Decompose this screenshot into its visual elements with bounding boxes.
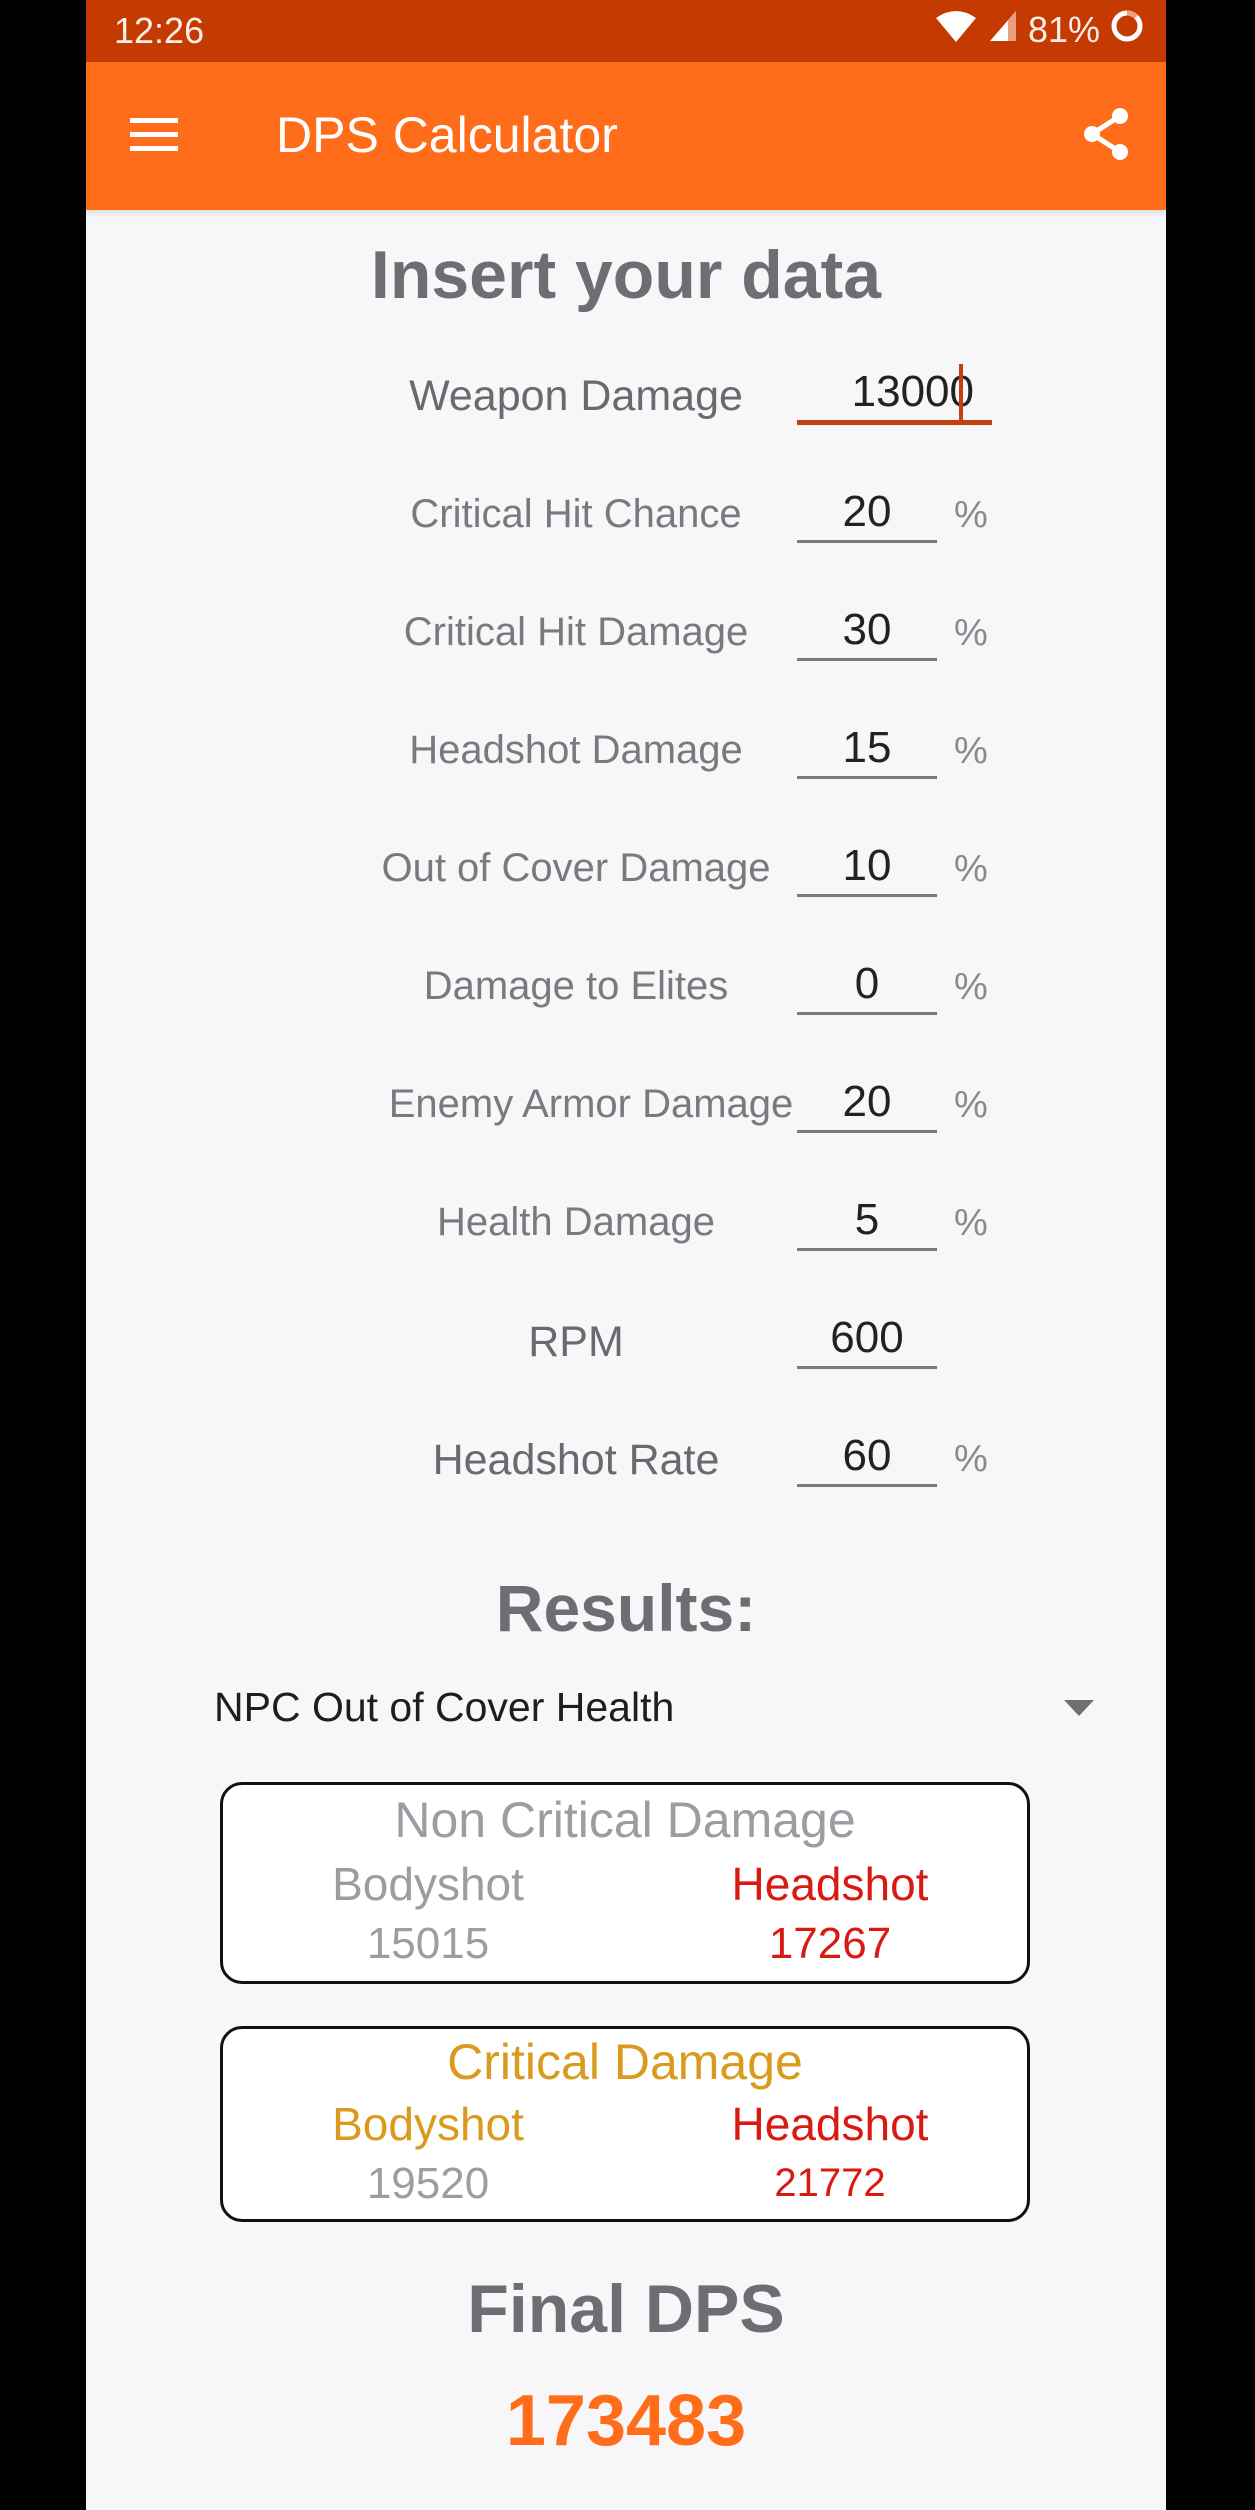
enemy-armor-damage-input[interactable] <box>797 1074 937 1133</box>
card-title: Critical Damage <box>447 2034 803 2090</box>
field-headshot-rate: Headshot Rate % <box>86 1418 1166 1508</box>
status-bar: 12:26 81% <box>86 0 1166 62</box>
percent-unit: % <box>954 1084 988 1126</box>
battery-ring-icon <box>1110 9 1144 52</box>
dropdown-selected-value: NPC Out of Cover Health <box>214 1684 675 1730</box>
cell-signal-icon <box>988 9 1018 52</box>
percent-unit: % <box>954 612 988 654</box>
field-damage-to-elites: Damage to Elites % <box>86 946 1166 1036</box>
field-label: RPM <box>528 1318 624 1366</box>
app-screen: 12:26 81% DPS Calculator Insert your dat… <box>86 0 1166 2510</box>
menu-button[interactable] <box>126 108 182 164</box>
damage-to-elites-input[interactable] <box>797 956 937 1015</box>
dropdown-arrow-icon <box>1064 1700 1094 1716</box>
field-weapon-damage: Weapon Damage <box>86 354 1166 444</box>
field-label: Weapon Damage <box>409 372 743 420</box>
headshot-damage-input[interactable] <box>797 720 937 779</box>
out-of-cover-damage-input[interactable] <box>797 838 937 897</box>
field-health-damage: Health Damage % <box>86 1182 1166 1272</box>
non-critical-damage-card: Non Critical Damage Bodyshot Headshot 15… <box>220 1782 1030 1984</box>
field-label: Critical Hit Damage <box>403 610 749 654</box>
wifi-icon <box>934 8 978 53</box>
field-label: Headshot Rate <box>432 1436 720 1484</box>
field-label: Critical Hit Chance <box>410 492 742 536</box>
share-icon <box>1080 106 1132 167</box>
field-label: Out of Cover Damage <box>381 846 771 890</box>
field-headshot-damage: Headshot Damage % <box>86 710 1166 800</box>
field-label: Health Damage <box>437 1200 715 1244</box>
bodyshot-value: 15015 <box>366 1919 490 1968</box>
field-out-of-cover-damage: Out of Cover Damage % <box>86 828 1166 918</box>
target-type-dropdown[interactable]: NPC Out of Cover Health <box>214 1678 1094 1740</box>
app-toolbar: DPS Calculator <box>86 62 1166 210</box>
percent-unit: % <box>954 494 988 536</box>
percent-unit: % <box>954 966 988 1008</box>
percent-unit: % <box>954 848 988 890</box>
final-dps-value: 173483 <box>505 2381 747 2461</box>
headshot-label: Headshot <box>731 1858 929 1910</box>
battery-percent: 81% <box>1027 9 1100 50</box>
status-time: 12:26 <box>114 10 205 51</box>
headshot-value: 17267 <box>768 1919 892 1968</box>
percent-unit: % <box>954 1202 988 1244</box>
hamburger-menu-icon <box>128 114 180 159</box>
field-enemy-armor-damage: Enemy Armor Damage % <box>86 1064 1166 1154</box>
headshot-value: 21772 <box>774 2161 886 2205</box>
field-rpm: RPM <box>86 1300 1166 1390</box>
rpm-input[interactable] <box>797 1310 937 1369</box>
results-title: Results: <box>495 1571 757 1645</box>
critical-damage-card: Critical Damage Bodyshot Headshot 19520 … <box>220 2026 1030 2222</box>
critical-hit-damage-input[interactable] <box>797 602 937 661</box>
field-critical-hit-damage: Critical Hit Damage % <box>86 592 1166 682</box>
bodyshot-label: Bodyshot <box>332 1858 524 1910</box>
text-caret <box>959 364 963 420</box>
field-critical-hit-chance: Critical Hit Chance % <box>86 474 1166 564</box>
field-label: Damage to Elites <box>423 964 729 1008</box>
health-damage-input[interactable] <box>797 1192 937 1251</box>
final-dps-label: Final DPS <box>467 2271 785 2347</box>
bodyshot-label: Bodyshot <box>332 2098 524 2150</box>
headshot-label: Headshot <box>731 2098 929 2150</box>
percent-unit: % <box>954 1438 988 1480</box>
share-button[interactable] <box>1074 104 1138 168</box>
form-title: Insert your data <box>370 237 882 313</box>
app-title: DPS Calculator <box>276 107 618 163</box>
status-icons: 81% <box>934 8 1144 53</box>
bodyshot-value: 19520 <box>366 2159 490 2208</box>
percent-unit: % <box>954 730 988 772</box>
field-label: Headshot Damage <box>409 728 743 772</box>
headshot-rate-input[interactable] <box>797 1428 937 1487</box>
critical-hit-chance-input[interactable] <box>797 484 937 543</box>
card-title: Non Critical Damage <box>394 1792 856 1848</box>
